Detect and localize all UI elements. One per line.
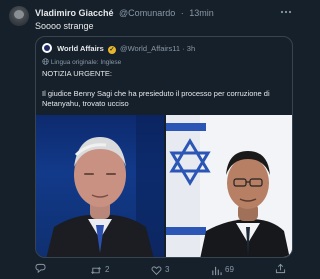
tweet-actions-bar: 2 3 69 — [35, 263, 293, 277]
views-count: 69 — [225, 265, 234, 274]
author-avatar[interactable] — [9, 6, 29, 26]
author-handle[interactable]: @Comunardo — [119, 8, 175, 18]
author-name[interactable]: Vladimiro Giacché — [35, 8, 114, 18]
heart-icon — [151, 265, 162, 275]
separator-dot: · — [180, 8, 184, 18]
quoted-tweet-time[interactable]: 3h — [187, 44, 195, 53]
more-horizontal-icon[interactable] — [280, 5, 292, 23]
verified-badge-icon: ✓ — [107, 46, 116, 54]
like-count: 3 — [165, 265, 170, 274]
retweet-count: 2 — [105, 265, 110, 274]
quoted-author-handle[interactable]: @World_Affairs11 — [120, 44, 180, 53]
quoted-text: Il giudice Benny Sagi che ha presieduto … — [42, 89, 270, 108]
separator-dot: · — [182, 44, 185, 53]
tweet-text: Soooo strange — [35, 21, 94, 31]
share-button[interactable] — [275, 263, 286, 274]
quoted-author-name[interactable]: World Affairs — [57, 44, 104, 53]
original-language-text: Lingua originale: Inglese — [50, 59, 122, 66]
reply-icon — [35, 263, 46, 274]
quoted-author-avatar[interactable] — [42, 43, 52, 53]
retweet-icon — [91, 266, 101, 274]
quoted-tweet-body: NOTIZIA URGENTE: Il giudice Benny Sagi c… — [42, 69, 284, 119]
quoted-headline: NOTIZIA URGENTE: — [42, 69, 113, 78]
tweet-time[interactable]: 13min — [189, 8, 214, 18]
globe-icon — [42, 58, 49, 65]
portrait-man-israeli-flag-image — [166, 115, 292, 257]
quoted-tweet-header: World Affairs ✓ @World_Affairs11 · 3h — [42, 43, 286, 55]
views-button[interactable]: 69 — [211, 263, 234, 277]
original-language-note[interactable]: Lingua originale: Inglese — [42, 58, 121, 67]
photo-right[interactable] — [166, 115, 292, 257]
views-chart-icon — [212, 266, 222, 275]
quoted-tweet[interactable]: World Affairs ✓ @World_Affairs11 · 3h Li… — [35, 36, 293, 258]
tweet-header: Vladimiro Giacché @Comunardo · 13min — [35, 6, 280, 20]
photo-left[interactable] — [36, 115, 164, 257]
portrait-man-blue-background-image — [46, 115, 164, 257]
reply-button[interactable] — [35, 263, 49, 274]
share-icon — [275, 263, 286, 274]
like-button[interactable]: 3 — [151, 263, 169, 277]
retweet-button[interactable]: 2 — [90, 263, 109, 277]
